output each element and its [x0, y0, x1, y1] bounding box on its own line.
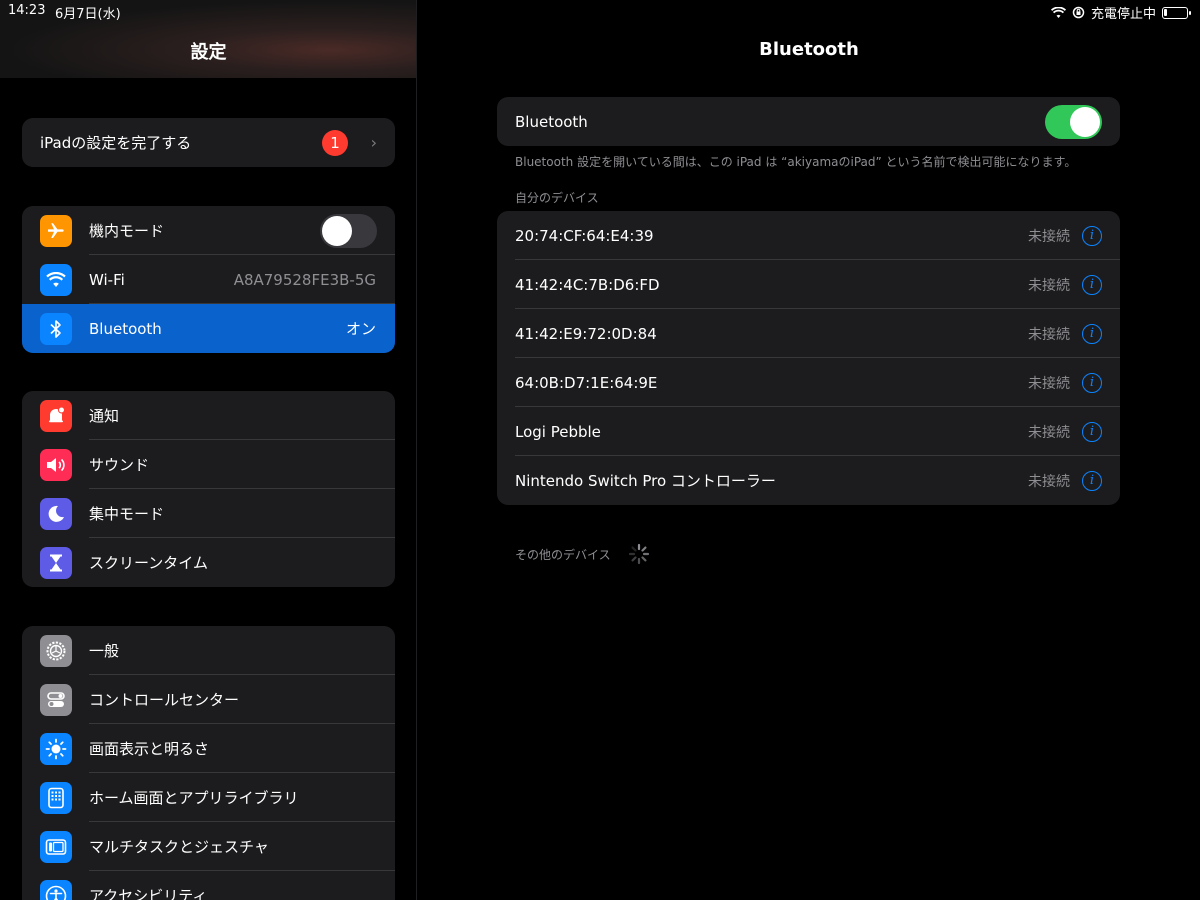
info-icon[interactable]: i — [1082, 323, 1102, 344]
notifications-group: 通知 サウンド 集中モード スクリーンタイム — [22, 391, 395, 587]
info-icon[interactable]: i — [1082, 225, 1102, 246]
device-status: 未接続 — [1028, 375, 1070, 392]
bell-icon — [40, 399, 72, 432]
info-icon[interactable]: i — [1082, 421, 1102, 442]
info-icon[interactable]: i — [1082, 274, 1102, 295]
charging-status: 充電停止中 — [1090, 7, 1156, 22]
general-group: 一般 コントロールセンター 画面表示と明るさ ホーム画面とアプリライブラリ マル… — [22, 626, 395, 900]
bluetooth-detail-pane: Bluetooth Bluetooth Bluetooth 設定を開いている間は… — [418, 0, 1200, 900]
status-date: 6月7日(水) — [55, 7, 121, 22]
sidebar-item-label: 集中モード — [89, 505, 165, 523]
sidebar-item-home-screen[interactable]: ホーム画面とアプリライブラリ — [22, 773, 395, 822]
moon-icon — [40, 497, 72, 530]
chevron-right-icon: › — [370, 133, 377, 152]
device-status: 未接続 — [1028, 326, 1070, 343]
device-row[interactable]: 41:42:4C:7B:D6:FD 未接続 i — [497, 260, 1120, 309]
device-name: 20:74:CF:64:E4:39 — [515, 226, 654, 245]
device-name: Logi Pebble — [515, 422, 601, 441]
discoverable-footnote: Bluetooth 設定を開いている間は、この iPad は “akiyamaの… — [515, 155, 1077, 169]
device-status: 未接続 — [1028, 473, 1070, 490]
wifi-network-name: A8A79528FE3B-5G — [233, 270, 376, 289]
notification-badge: 1 — [322, 129, 348, 156]
status-time: 14:23 — [8, 3, 46, 18]
device-name: 64:0B:D7:1E:64:9E — [515, 373, 658, 392]
bluetooth-toggle-group: Bluetooth — [497, 97, 1120, 146]
bluetooth-status-value: オン — [345, 320, 376, 338]
sidebar-item-label: 画面表示と明るさ — [89, 740, 210, 758]
sidebar-item-multitasking[interactable]: マルチタスクとジェスチャ — [22, 822, 395, 871]
sun-icon — [40, 732, 72, 765]
sidebar-item-label: Bluetooth — [89, 319, 162, 338]
sidebar-item-accessibility[interactable]: アクセシビリティ — [22, 871, 395, 900]
accessibility-icon — [40, 879, 72, 900]
device-row[interactable]: 20:74:CF:64:E4:39 未接続 i — [497, 211, 1120, 260]
sidebar-item-screen-time[interactable]: スクリーンタイム — [22, 538, 395, 587]
sidebar-item-bluetooth[interactable]: Bluetooth オン — [22, 304, 395, 353]
bluetooth-toggle-row: Bluetooth — [497, 97, 1120, 146]
sidebar-item-label: 機内モード — [89, 222, 165, 240]
switches-icon — [40, 683, 72, 716]
bluetooth-toggle[interactable] — [1045, 104, 1102, 139]
settings-sidebar: 設定 iPadの設定を完了する 1 › 機内モード Wi-Fi A8A79528… — [0, 0, 417, 900]
device-status: 未接続 — [1028, 228, 1070, 245]
wifi-icon — [1050, 6, 1066, 18]
sidebar-item-display-brightness[interactable]: 画面表示と明るさ — [22, 724, 395, 773]
sidebar-item-sounds[interactable]: サウンド — [22, 440, 395, 489]
sidebar-item-label: 通知 — [89, 407, 120, 425]
my-devices-header: 自分のデバイス — [515, 191, 599, 205]
speaker-icon — [40, 448, 72, 481]
status-bar: 14:23 6月7日(水) 充電停止中 — [0, 0, 1200, 22]
battery-icon — [1162, 6, 1191, 19]
connectivity-group: 機内モード Wi-Fi A8A79528FE3B-5G Bluetooth オン — [22, 206, 395, 353]
sidebar-item-label: マルチタスクとジェスチャ — [89, 838, 269, 856]
sidebar-item-label: Wi-Fi — [89, 270, 125, 289]
sidebar-item-label: アクセシビリティ — [89, 887, 208, 900]
sidebar-item-label: ホーム画面とアプリライブラリ — [89, 789, 299, 807]
bluetooth-icon — [40, 312, 72, 345]
sidebar-item-airplane-mode[interactable]: 機内モード — [22, 206, 395, 255]
finish-setup-row[interactable]: iPadの設定を完了する 1 › — [22, 118, 395, 167]
home-grid-icon — [40, 781, 72, 814]
my-devices-list: 20:74:CF:64:E4:39 未接続 i 41:42:4C:7B:D6:F… — [497, 211, 1120, 505]
page-title: Bluetooth — [759, 39, 859, 60]
sidebar-title: 設定 — [190, 42, 227, 63]
device-row[interactable]: Logi Pebble 未接続 i — [497, 407, 1120, 456]
multitask-icon — [40, 830, 72, 863]
sidebar-item-label: スクリーンタイム — [89, 554, 208, 572]
device-status: 未接続 — [1028, 277, 1070, 294]
device-name: Nintendo Switch Pro コントローラー — [515, 472, 776, 490]
sidebar-item-general[interactable]: 一般 — [22, 626, 395, 675]
gear-icon — [40, 634, 72, 667]
device-row[interactable]: 64:0B:D7:1E:64:9E 未接続 i — [497, 358, 1120, 407]
device-row[interactable]: 41:42:E9:72:0D:84 未接続 i — [497, 309, 1120, 358]
sidebar-item-label: コントロールセンター — [89, 691, 240, 709]
status-right: 充電停止中 — [1050, 3, 1191, 22]
device-name: 41:42:E9:72:0D:84 — [515, 324, 657, 343]
sidebar-item-label: 一般 — [89, 642, 120, 660]
sidebar-item-notifications[interactable]: 通知 — [22, 391, 395, 440]
info-icon[interactable]: i — [1082, 372, 1102, 393]
sidebar-item-focus[interactable]: 集中モード — [22, 489, 395, 538]
wifi-icon — [40, 263, 72, 296]
setup-group: iPadの設定を完了する 1 › — [22, 118, 395, 167]
sidebar-item-control-center[interactable]: コントロールセンター — [22, 675, 395, 724]
sidebar-item-wifi[interactable]: Wi-Fi A8A79528FE3B-5G — [22, 255, 395, 304]
loading-spinner-icon — [628, 543, 650, 565]
info-icon[interactable]: i — [1082, 470, 1102, 491]
lock-rotation-icon — [1072, 6, 1085, 19]
airplane-mode-toggle[interactable] — [320, 213, 377, 248]
device-status: 未接続 — [1028, 424, 1070, 441]
bluetooth-toggle-label: Bluetooth — [515, 112, 588, 131]
hourglass-icon — [40, 546, 72, 579]
airplane-icon — [40, 214, 72, 247]
other-devices-header: その他のデバイス — [515, 548, 611, 562]
device-name: 41:42:4C:7B:D6:FD — [515, 275, 660, 294]
sidebar-item-label: サウンド — [89, 456, 150, 474]
device-row[interactable]: Nintendo Switch Pro コントローラー 未接続 i — [497, 456, 1120, 505]
finish-setup-label: iPadの設定を完了する — [40, 134, 192, 152]
